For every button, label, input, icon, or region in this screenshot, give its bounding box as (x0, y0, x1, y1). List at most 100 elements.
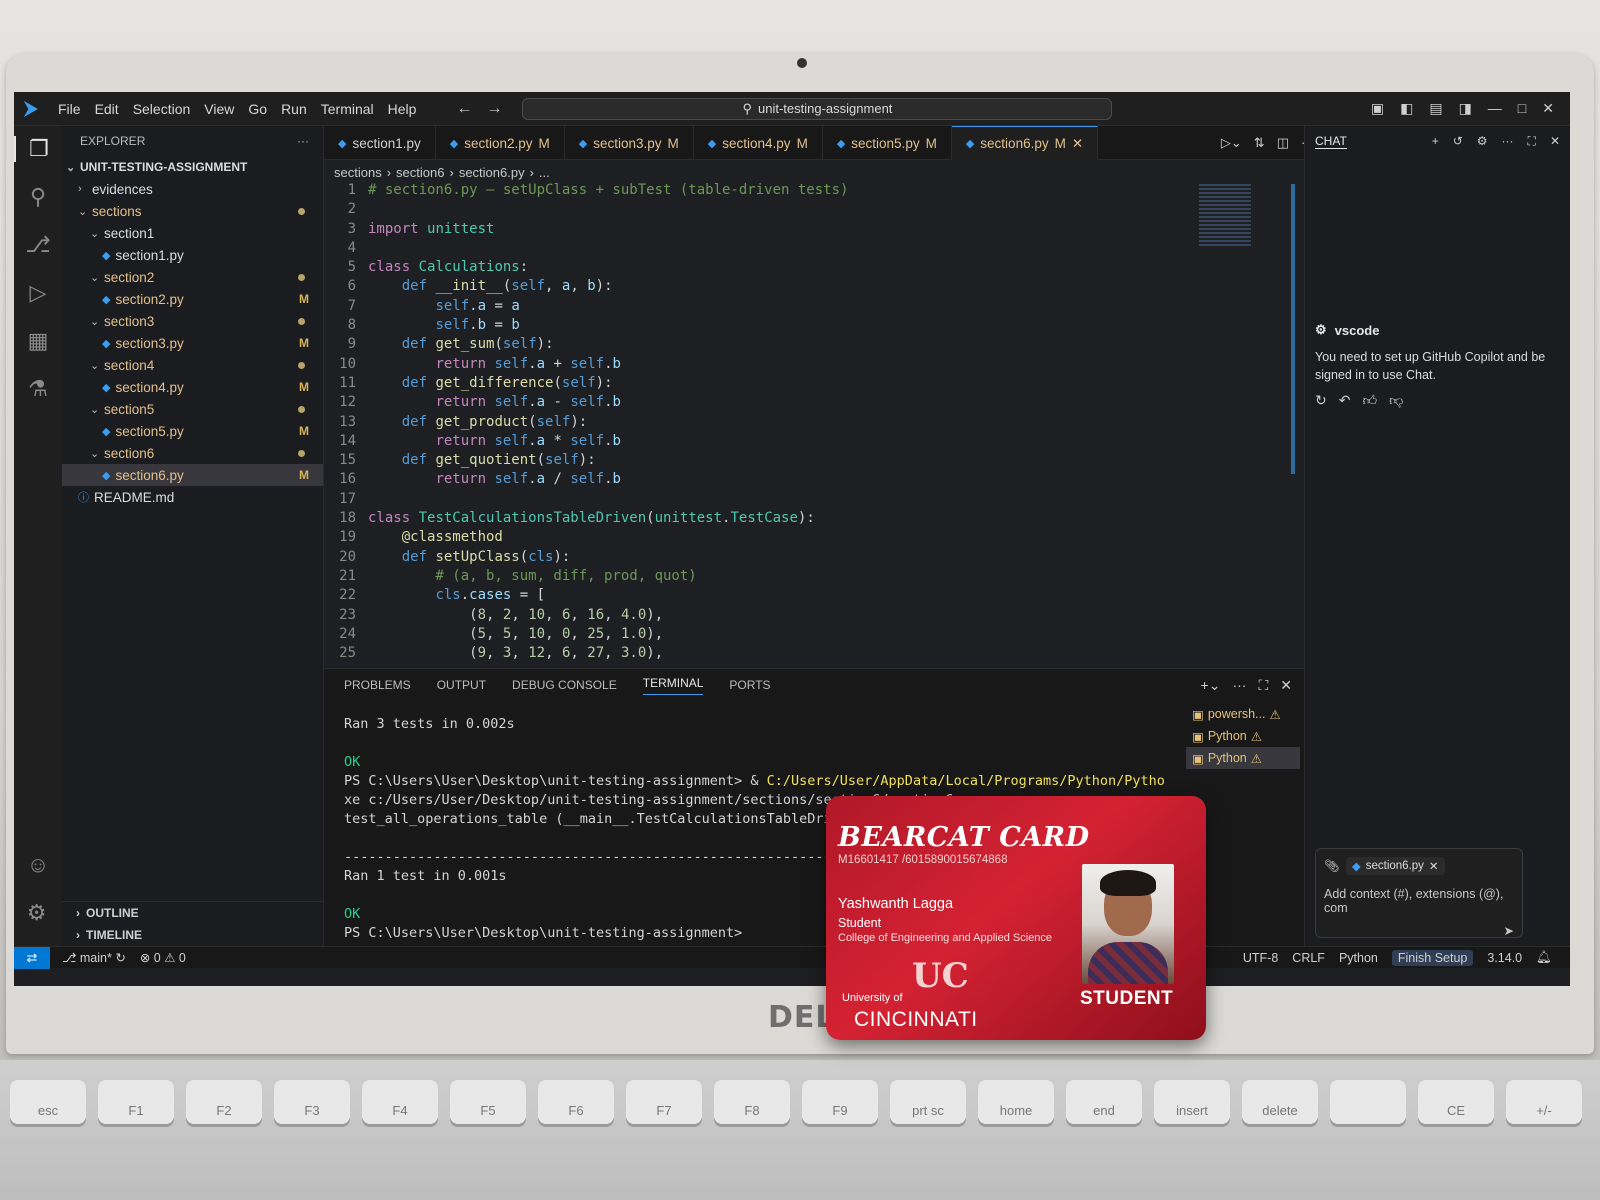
tab-section1-py[interactable]: ◆ section1.py (324, 126, 436, 160)
tree-item-section1[interactable]: ⌄ section1 (62, 222, 323, 244)
timeline-section[interactable]: › TIMELINE (62, 924, 324, 946)
chat-settings-icon[interactable]: ⚙ (1477, 134, 1488, 148)
command-center-search[interactable]: ⚲ unit-testing-assignment (522, 97, 1113, 120)
encoding[interactable]: UTF-8 (1243, 951, 1278, 965)
chat-maximize-icon[interactable]: ⛶ (1528, 134, 1536, 149)
git-branch[interactable]: ⎇ main* ↻ (62, 950, 126, 965)
panel-tab-output[interactable]: OUTPUT (437, 678, 486, 692)
tree-item-section3-py[interactable]: ◆ section3.py M (62, 332, 323, 354)
tree-item-section1-py[interactable]: ◆ section1.py (62, 244, 323, 266)
chat-title[interactable]: CHAT (1315, 134, 1347, 149)
toggle-sidebar-icon[interactable]: ◧ (1400, 100, 1413, 117)
new-terminal-icon[interactable]: +⌄ (1201, 677, 1221, 694)
terminal-instance[interactable]: ▣ Python ⚠ (1186, 725, 1300, 747)
outline-section[interactable]: › OUTLINE (62, 902, 324, 924)
notifications-bell-icon[interactable]: 🔔︎ (1536, 950, 1552, 965)
menu-item-run[interactable]: Run (281, 101, 307, 117)
close-window-icon[interactable]: ✕ (1542, 100, 1554, 117)
toggle-panel-icon[interactable]: ▤ (1429, 100, 1442, 117)
attach-icon[interactable]: 📎︎ (1324, 859, 1340, 874)
menu-item-terminal[interactable]: Terminal (321, 101, 374, 117)
send-icon[interactable]: ➤ (1324, 923, 1514, 938)
tree-item-section2[interactable]: ⌄ section2 (62, 266, 323, 288)
tab-close-icon[interactable]: ✕ (1072, 136, 1083, 152)
finish-setup-button[interactable]: Finish Setup (1391, 949, 1474, 966)
line-ending[interactable]: CRLF (1292, 951, 1325, 965)
breadcrumb-item[interactable]: sections (334, 165, 382, 180)
tree-item-section3[interactable]: ⌄ section3 (62, 310, 323, 332)
workspace-root[interactable]: ⌄ UNIT-TESTING-ASSIGNMENT (62, 156, 323, 178)
minimap[interactable] (1199, 184, 1251, 248)
retry-icon[interactable]: ↻ (1315, 392, 1327, 409)
chat-more-icon[interactable]: ··· (1502, 134, 1514, 148)
settings-gear-icon[interactable]: ⚙ (27, 900, 49, 926)
layout-icon[interactable]: ▣ (1371, 100, 1384, 117)
editor-scrollbar[interactable] (1291, 184, 1295, 474)
menu-item-go[interactable]: Go (248, 101, 267, 117)
terminal-instance[interactable]: ▣ powersh... ⚠ (1186, 703, 1300, 725)
python-version[interactable]: 3.14.0 (1487, 951, 1522, 965)
panel-tab-terminal[interactable]: TERMINAL (642, 676, 704, 695)
thumbs-down-icon[interactable]: 👎︎ (1389, 392, 1403, 409)
panel-tab-debug-console[interactable]: DEBUG CONSOLE (512, 678, 617, 692)
language-mode[interactable]: Python (1339, 951, 1378, 965)
problems-count[interactable]: ⊗ 0 ⚠ 0 (140, 950, 186, 965)
split-editor-icon[interactable]: ◫ (1277, 135, 1289, 151)
tree-item-evidences[interactable]: › evidences (62, 178, 323, 200)
panel-tab-problems[interactable]: PROBLEMS (344, 678, 411, 692)
remove-context-icon[interactable]: ✕ (1429, 859, 1439, 873)
compare-changes-icon[interactable]: ⇅ (1254, 135, 1265, 151)
close-panel-icon[interactable]: ✕ (1280, 677, 1292, 694)
toggle-secondary-sidebar-icon[interactable]: ◨ (1459, 100, 1472, 117)
history-icon[interactable]: ↺ (1453, 134, 1463, 148)
maximize-icon[interactable]: □ (1518, 100, 1526, 117)
run-python-icon[interactable]: ▷⌄ (1221, 135, 1242, 151)
breadcrumb-item[interactable]: section6 (396, 165, 444, 180)
thumbs-up-icon[interactable]: 👍︎ (1362, 392, 1377, 409)
account-icon[interactable]: ☺ (27, 852, 49, 878)
chat-close-icon[interactable]: ✕ (1550, 134, 1560, 148)
tree-item-section5[interactable]: ⌄ section5 (62, 398, 323, 420)
source-control-icon[interactable]: ⎇ (25, 232, 50, 258)
menu-item-selection[interactable]: Selection (133, 101, 191, 117)
search-view-icon[interactable]: ⚲ (30, 184, 46, 210)
minimize-icon[interactable]: — (1488, 100, 1502, 117)
menu-item-file[interactable]: File (58, 101, 81, 117)
run-debug-icon[interactable]: ▷ (30, 280, 47, 306)
panel-tab-ports[interactable]: PORTS (729, 678, 770, 692)
extensions-icon[interactable]: ▦ (28, 328, 49, 354)
tab-section5-py[interactable]: ◆ section5.py M (823, 126, 952, 160)
explorer-icon[interactable]: ❐ (14, 136, 62, 162)
tree-item-sections[interactable]: ⌄ sections (62, 200, 323, 222)
menu-item-edit[interactable]: Edit (95, 101, 119, 117)
menu-item-view[interactable]: View (204, 101, 234, 117)
tree-item-README-md[interactable]: ⓘ README.md (62, 486, 323, 508)
menu-item-help[interactable]: Help (388, 101, 417, 117)
panel-more-icon[interactable]: ··· (1232, 677, 1246, 694)
tree-item-section4[interactable]: ⌄ section4 (62, 354, 323, 376)
maximize-panel-icon[interactable]: ⛶ (1258, 677, 1268, 694)
tree-item-section4-py[interactable]: ◆ section4.py M (62, 376, 323, 398)
function-key-row: esc F1 F2 F3 F4 F5 F6 F7 F8 F9 prt sc home end insert… (0, 1080, 1582, 1124)
code-editor[interactable]: 1 # section6.py — setUpClass + subTest (t… (324, 182, 1299, 664)
breadcrumb-item[interactable]: section6.py (459, 165, 525, 180)
back-arrow-icon[interactable]: ← (456, 100, 472, 118)
tree-item-section6-py[interactable]: ◆ section6.py M (62, 464, 323, 486)
tab-section4-py[interactable]: ◆ section4.py M (694, 126, 823, 160)
testing-icon[interactable]: ⚗ (28, 376, 48, 402)
remote-indicator-icon[interactable]: ⇄ (14, 946, 50, 969)
chat-input-box[interactable]: 📎︎ ◆ section6.py ✕ Add context (#), extens… (1315, 848, 1523, 938)
tree-item-section6[interactable]: ⌄ section6 (62, 442, 323, 464)
tab-section6-py[interactable]: ◆ section6.py M ✕ (951, 126, 1099, 160)
new-chat-icon[interactable]: + (1432, 134, 1439, 148)
undo-icon[interactable]: ↶ (1339, 392, 1351, 409)
tree-item-section5-py[interactable]: ◆ section5.py M (62, 420, 323, 442)
context-chip[interactable]: ◆ section6.py ✕ (1345, 857, 1445, 875)
explorer-more-icon[interactable]: ··· (297, 134, 309, 148)
tab-section2-py[interactable]: ◆ section2.py M (436, 126, 565, 160)
tab-section3-py[interactable]: ◆ section3.py M (565, 126, 694, 160)
tree-item-section2-py[interactable]: ◆ section2.py M (62, 288, 323, 310)
terminal-instance[interactable]: ▣ Python ⚠ (1186, 747, 1300, 769)
breadcrumb-item[interactable]: ... (539, 165, 550, 180)
forward-arrow-icon[interactable]: → (486, 100, 502, 118)
